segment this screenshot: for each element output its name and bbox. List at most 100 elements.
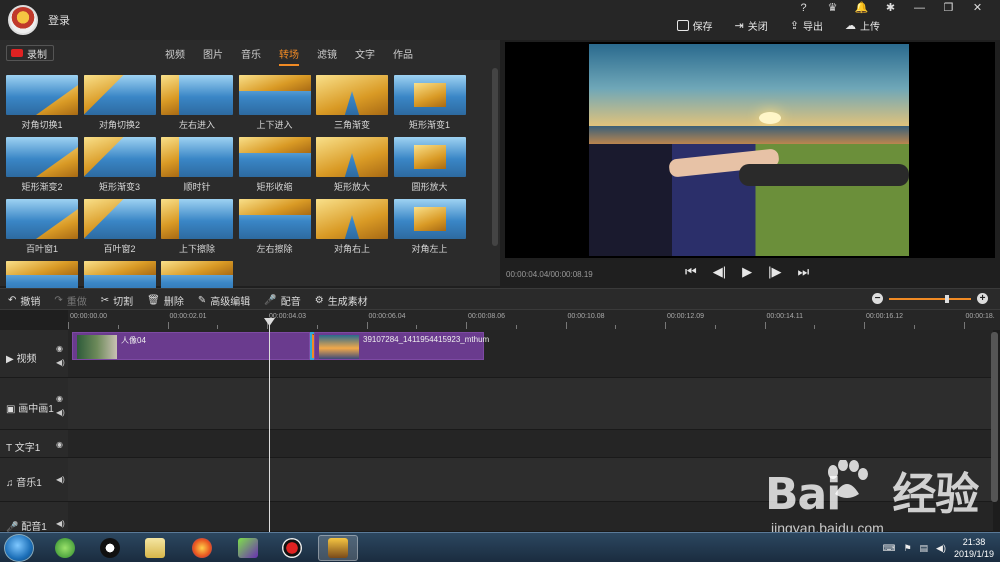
network-icon[interactable]: ▤ bbox=[920, 543, 929, 554]
transition-thumb[interactable]: 圆形放大 bbox=[393, 137, 466, 193]
tab-transition[interactable]: 转场 bbox=[279, 46, 299, 66]
music-icon: ♫ bbox=[6, 478, 14, 489]
speaker-icon[interactable]: ◀) bbox=[56, 358, 65, 367]
transition-thumb[interactable]: 百叶窗2 bbox=[83, 199, 156, 255]
transition-thumb[interactable]: 矩形放大 bbox=[316, 137, 388, 193]
taskbar-app-qq[interactable] bbox=[90, 535, 130, 561]
transition-thumb[interactable]: 上下擦除 bbox=[161, 199, 233, 255]
play-icon[interactable]: ▶ bbox=[742, 264, 752, 280]
zoom-slider-knob[interactable] bbox=[945, 294, 950, 303]
ruler-label: 00:00:12.09 bbox=[667, 313, 704, 320]
transition-thumb[interactable]: 对角切换2 bbox=[83, 75, 156, 131]
close-button[interactable]: ⇥ 关闭 bbox=[735, 18, 768, 33]
transition-preview bbox=[83, 75, 156, 115]
taskbar-app-editor[interactable] bbox=[318, 535, 358, 561]
baidu-watermark: Bai 经验 jingyan.baidu.com bbox=[765, 458, 995, 540]
skip-start-icon[interactable]: ⏮ bbox=[685, 264, 697, 280]
close-icon[interactable]: ✕ bbox=[963, 0, 992, 16]
tab-image[interactable]: 图片 bbox=[203, 46, 223, 66]
ruler-label: 00:00:14.11 bbox=[766, 313, 803, 320]
timeline-ruler[interactable]: 00:00:00.00 00:00:02.01 00:00:04.03 00:00:0… bbox=[68, 310, 1000, 330]
volume-icon[interactable]: ◀) bbox=[936, 543, 946, 554]
help-icon[interactable]: ? bbox=[789, 0, 818, 16]
transition-thumb[interactable]: 对角右上 bbox=[316, 199, 388, 255]
transition-thumb[interactable]: 矩形渐变3 bbox=[83, 137, 156, 193]
video-clip-1[interactable]: 人像04 bbox=[72, 332, 310, 360]
tab-filter[interactable]: 滤镜 bbox=[317, 46, 337, 66]
track-lane-pip[interactable] bbox=[68, 378, 993, 430]
generate-material-button[interactable]: ⚙ 生成素材 bbox=[315, 293, 368, 308]
speaker-icon[interactable]: ◀) bbox=[56, 475, 65, 484]
transition-thumb[interactable]: 矩形渐变1 bbox=[393, 75, 466, 131]
ruler-label: 00:00:06.04 bbox=[368, 313, 406, 320]
taskbar-app-1[interactable] bbox=[45, 535, 85, 561]
speaker-icon[interactable]: ◀) bbox=[56, 519, 65, 528]
ruler-label: 00:00:10.08 bbox=[567, 313, 605, 320]
taskbar-clock[interactable]: 21:38 2019/1/19 bbox=[954, 536, 994, 560]
tab-text[interactable]: 文字 bbox=[355, 46, 375, 66]
zoom-out-icon[interactable]: − bbox=[872, 293, 883, 304]
track-lane-text[interactable] bbox=[68, 430, 993, 458]
flag-icon[interactable]: ⚑ bbox=[903, 543, 911, 554]
transition-thumb[interactable]: 百叶窗1 bbox=[6, 199, 78, 255]
redo-button[interactable]: ↷ 重做 bbox=[54, 293, 86, 308]
tab-music[interactable]: 音乐 bbox=[241, 46, 261, 66]
transition-thumb[interactable]: 上下进入 bbox=[238, 75, 311, 131]
transition-label: 上下进入 bbox=[256, 120, 293, 130]
folder-icon bbox=[145, 538, 165, 558]
record-button[interactable]: 录制 bbox=[6, 45, 54, 61]
ruler-tick bbox=[466, 322, 467, 329]
export-button[interactable]: ⇪ 导出 bbox=[790, 18, 823, 33]
bell-icon[interactable]: 🔔 bbox=[847, 0, 876, 16]
transition-thumb[interactable]: 左右进入 bbox=[161, 75, 233, 131]
vip-icon[interactable]: ♛ bbox=[818, 0, 847, 16]
track-lane-video[interactable]: 人像04 39107284_1411954415923_mthum bbox=[68, 330, 993, 378]
undo-button[interactable]: ↶ 撤销 bbox=[8, 293, 40, 308]
login-link[interactable]: 登录 bbox=[48, 12, 70, 28]
taskbar-app-recorder[interactable] bbox=[272, 535, 312, 561]
keyboard-icon[interactable]: ⌨ bbox=[882, 543, 895, 554]
prev-frame-icon[interactable]: ◀| bbox=[713, 264, 726, 280]
ruler-minor-tick bbox=[714, 325, 716, 329]
skip-end-icon[interactable]: ⏭ bbox=[797, 264, 809, 280]
library-scrollbar[interactable] bbox=[492, 68, 498, 246]
tab-works[interactable]: 作品 bbox=[393, 46, 413, 66]
transition-label: 对角切换1 bbox=[21, 120, 63, 130]
tab-video[interactable]: 视频 bbox=[165, 46, 185, 66]
cut-button[interactable]: ✂ 切割 bbox=[101, 293, 133, 308]
timeline-zoom: − + bbox=[872, 293, 988, 304]
eye-icon[interactable]: ◉ bbox=[56, 344, 63, 353]
delete-button[interactable]: 🗑 删除 bbox=[147, 293, 184, 308]
minimize-icon[interactable]: — bbox=[905, 0, 934, 16]
taskbar-app-4[interactable] bbox=[228, 535, 268, 561]
transition-thumb[interactable]: 对角左上 bbox=[393, 199, 466, 255]
preview-image bbox=[589, 44, 909, 256]
speaker-icon[interactable]: ◀) bbox=[56, 408, 65, 417]
dub-button[interactable]: 🎤 配音 bbox=[264, 293, 300, 308]
zoom-slider[interactable] bbox=[889, 294, 971, 303]
video-clip-2[interactable]: 39107284_1411954415923_mthum bbox=[314, 332, 489, 360]
app-logo[interactable] bbox=[8, 5, 38, 35]
taskbar-app-firefox[interactable] bbox=[182, 535, 222, 561]
start-button[interactable] bbox=[4, 534, 34, 562]
paw-icon bbox=[828, 460, 868, 498]
transition-thumb[interactable]: 左右擦除 bbox=[238, 199, 311, 255]
transition-thumb[interactable]: 三角渐变 bbox=[316, 75, 388, 131]
eye-icon[interactable]: ◉ bbox=[56, 440, 63, 449]
taskbar-app-explorer[interactable] bbox=[135, 535, 175, 561]
zoom-in-icon[interactable]: + bbox=[977, 293, 988, 304]
eye-icon[interactable]: ◉ bbox=[56, 394, 63, 403]
ruler-label: 00:00:08.06 bbox=[468, 313, 505, 320]
next-frame-icon[interactable]: |▶ bbox=[768, 264, 781, 280]
advanced-edit-button[interactable]: ✎ 高级编辑 bbox=[198, 293, 250, 308]
ruler-tick bbox=[665, 322, 666, 329]
transition-thumb[interactable]: 矩形收缩 bbox=[238, 137, 311, 193]
transition-thumb[interactable]: 矩形渐变2 bbox=[6, 137, 78, 193]
transition-thumb[interactable]: 对角切换1 bbox=[6, 75, 78, 131]
transition-thumb[interactable]: 顺时针 bbox=[161, 137, 233, 193]
maximize-icon[interactable]: ❐ bbox=[934, 0, 963, 16]
save-button[interactable]: 保存 bbox=[676, 18, 713, 33]
upload-button[interactable]: ☁ 上传 bbox=[845, 18, 880, 33]
playhead[interactable] bbox=[269, 320, 270, 532]
gear-icon[interactable]: ✱ bbox=[876, 0, 905, 16]
